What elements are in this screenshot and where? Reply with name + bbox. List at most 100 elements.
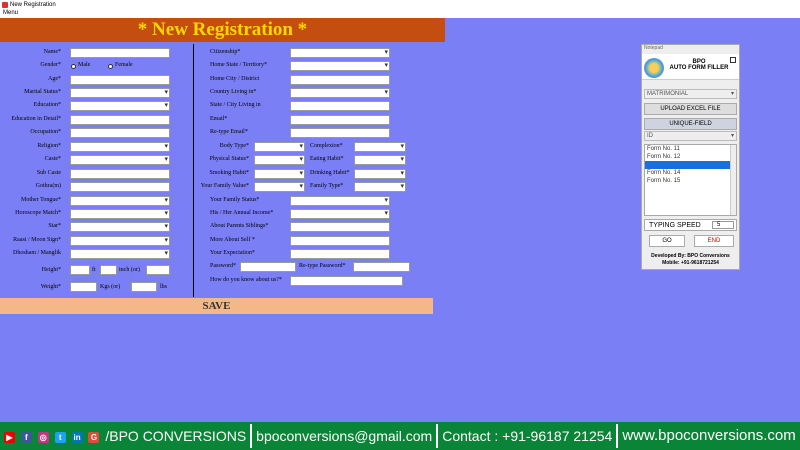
gotra-label: Gothra(m): [35, 183, 61, 189]
list-item[interactable]: Form No. 15: [645, 177, 736, 185]
footer-company: ▶ f ◎ t in G /BPO CONVERSIONS: [0, 424, 253, 448]
end-button[interactable]: END: [694, 235, 734, 247]
upload-excel-button[interactable]: UPLOAD EXCEL FILE: [644, 103, 737, 115]
google-plus-icon[interactable]: G: [88, 431, 100, 443]
state-living-input[interactable]: [290, 101, 390, 111]
physical-select[interactable]: [254, 155, 305, 165]
youtube-icon[interactable]: ▶: [4, 431, 15, 443]
footer-contact: Contact : +91-96187 21254: [438, 424, 619, 448]
family-status-select[interactable]: [290, 196, 390, 206]
home-state-label: Home State / Territory*: [210, 62, 267, 68]
name-input[interactable]: [70, 48, 170, 58]
save-button[interactable]: SAVE: [0, 298, 433, 314]
citizenship-label: Citizenship*: [210, 49, 241, 55]
more-about-input[interactable]: [290, 236, 390, 246]
education-select[interactable]: [70, 101, 170, 111]
ft-label: ft: [92, 267, 96, 273]
email-input[interactable]: [290, 115, 390, 125]
developer-credit: Developed By: BPO Conversions: [651, 253, 730, 259]
star-select[interactable]: [70, 222, 170, 232]
height-inch-input[interactable]: [100, 265, 117, 275]
education-detail-label: Education in Detail*: [11, 116, 61, 122]
category-select[interactable]: MATRIMONIAL: [644, 89, 737, 99]
subcaste-label: Sub Caste: [36, 170, 61, 176]
home-state-select[interactable]: [290, 61, 390, 71]
weight-kgs-input[interactable]: [70, 282, 97, 292]
eating-select[interactable]: [354, 155, 406, 165]
country-living-select[interactable]: [290, 88, 390, 98]
family-value-label: Your Family Value*: [200, 183, 249, 189]
form-list[interactable]: Form No. 11 Form No. 12 Form No. 14 Form…: [644, 144, 737, 216]
height-ft-input[interactable]: [70, 265, 90, 275]
list-item[interactable]: Form No. 12: [645, 153, 736, 161]
inch-label: inch (or): [119, 267, 140, 273]
auto-form-filler-panel: Notepad BPO AUTO FORM FILLER MATRIMONIAL…: [641, 44, 740, 270]
window-title: New Registration: [10, 2, 56, 8]
list-item-selected[interactable]: [645, 161, 736, 169]
eating-label: Eating Habit*: [310, 156, 344, 162]
smoking-label: Smoking Habit*: [209, 170, 249, 176]
religion-select[interactable]: [70, 142, 170, 152]
page-title: * New Registration *: [0, 18, 445, 42]
instagram-icon[interactable]: ◎: [37, 431, 49, 443]
footer-bar: ▶ f ◎ t in G /BPO CONVERSIONS bpoconvers…: [0, 422, 800, 450]
home-city-input[interactable]: [290, 75, 390, 85]
how-know-input[interactable]: [290, 276, 403, 286]
twitter-icon[interactable]: t: [54, 431, 66, 443]
retype-password-label: Re-type Password*: [299, 263, 346, 269]
family-value-select[interactable]: [254, 182, 305, 192]
linkedin-icon[interactable]: in: [71, 431, 83, 443]
weight-label: Weight*: [40, 284, 61, 290]
home-city-label: Home City / District: [210, 76, 260, 82]
minimize-icon[interactable]: [730, 57, 736, 63]
horoscope-select[interactable]: [70, 209, 170, 219]
speed-stepper[interactable]: 5: [712, 221, 734, 229]
marital-label: Marital Status*: [24, 89, 61, 95]
occupation-label: Occupation*: [30, 129, 61, 135]
about-parents-label: About Parents Siblings*: [210, 223, 269, 229]
family-type-select[interactable]: [354, 182, 406, 192]
citizenship-select[interactable]: [290, 48, 390, 58]
female-radio[interactable]: [108, 64, 113, 69]
panel-header: Notepad: [644, 45, 663, 51]
expectation-input[interactable]: [290, 249, 390, 259]
smoking-select[interactable]: [254, 169, 305, 179]
star-label: Star*: [48, 223, 61, 229]
retype-password-input[interactable]: [353, 262, 410, 272]
id-select[interactable]: ID: [644, 131, 737, 141]
unique-field-button[interactable]: UNIQUE-FIELD: [644, 118, 737, 130]
dhosham-select[interactable]: [70, 249, 170, 259]
occupation-input[interactable]: [70, 128, 170, 138]
mother-tongue-select[interactable]: [70, 196, 170, 206]
body-type-select[interactable]: [254, 142, 305, 152]
state-living-label: State / City Living in: [210, 102, 261, 108]
list-item[interactable]: Form No. 14: [645, 169, 736, 177]
retype-email-input[interactable]: [290, 128, 390, 138]
list-item[interactable]: Form No. 11: [645, 145, 736, 153]
raasi-select[interactable]: [70, 236, 170, 246]
age-input[interactable]: [70, 75, 170, 85]
horoscope-label: Horoscope Match*: [15, 210, 61, 216]
about-parents-input[interactable]: [290, 222, 390, 232]
password-input[interactable]: [240, 262, 296, 272]
list-scrollbar[interactable]: [730, 145, 736, 215]
marital-select[interactable]: [70, 88, 170, 98]
subcaste-input[interactable]: [70, 169, 170, 179]
complexion-select[interactable]: [354, 142, 406, 152]
education-detail-input[interactable]: [70, 115, 170, 125]
caste-select[interactable]: [70, 155, 170, 165]
gotra-input[interactable]: [70, 182, 170, 192]
gender-label: Gender*: [40, 62, 61, 68]
male-radio[interactable]: [71, 64, 76, 69]
go-button[interactable]: GO: [649, 235, 685, 247]
facebook-icon[interactable]: f: [20, 431, 32, 443]
family-status-label: Your Family Status*: [210, 197, 260, 203]
drinking-select[interactable]: [354, 169, 406, 179]
lbs-label: lbs: [160, 284, 168, 290]
menu-item[interactable]: Menu: [3, 10, 18, 16]
menubar: Menu: [0, 10, 800, 18]
annual-income-select[interactable]: [290, 209, 390, 219]
weight-lbs-input[interactable]: [131, 282, 157, 292]
more-about-label: More About Self *: [210, 237, 255, 243]
height-cm-input[interactable]: [146, 265, 170, 275]
